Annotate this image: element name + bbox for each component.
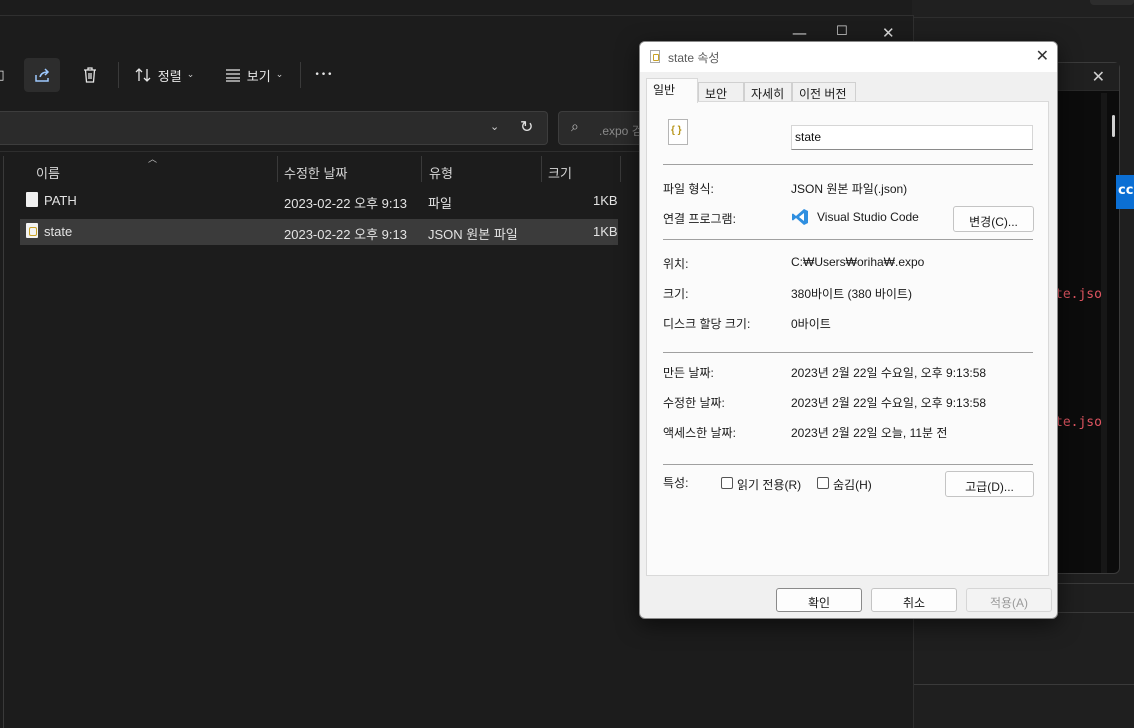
file-name: PATH (44, 193, 77, 208)
location-value: C:₩Users₩oriha₩.expo (791, 255, 925, 269)
divider (663, 464, 1033, 465)
paste-icon[interactable]: ▯ (0, 58, 8, 92)
readonly-label[interactable]: 읽기 전용(R) (737, 476, 801, 493)
divider (663, 164, 1033, 165)
divider (663, 352, 1033, 353)
tab-previous-versions[interactable]: 이전 버전 (792, 82, 856, 102)
column-header-name[interactable]: 이름 (36, 163, 60, 182)
size-on-disk-value: 0바이트 (791, 317, 831, 331)
terminal-accent-button[interactable]: cc (1116, 175, 1134, 209)
search-icon: ⌕ (571, 119, 579, 135)
tab-general[interactable]: 일반 (646, 78, 698, 103)
share-button[interactable] (24, 58, 60, 92)
dialog-titlebar: state 속성 ✕ (640, 42, 1057, 72)
terminal-scrolltrack (1101, 93, 1107, 573)
opens-with-label: 연결 프로그램: (663, 212, 736, 226)
readonly-checkbox[interactable] (721, 477, 733, 489)
chevron-down-icon: ⌄ (186, 70, 195, 80)
column-header-type[interactable]: 유형 (429, 163, 453, 182)
change-button[interactable]: 변경(C)... (953, 206, 1034, 232)
sort-button[interactable]: 정렬 ⌄ (124, 58, 204, 92)
terminal-scrollbar[interactable] (1112, 115, 1115, 137)
ok-button[interactable]: 확인 (776, 588, 862, 612)
address-bar[interactable]: ⌄ ↻ (0, 111, 548, 145)
created-label: 만든 날짜: (663, 366, 714, 380)
share-icon (35, 68, 50, 82)
view-button[interactable]: 보기 ⌄ (214, 58, 294, 92)
divider (663, 239, 1033, 240)
advanced-button[interactable]: 고급(D)... (945, 471, 1034, 497)
tab-security[interactable]: 보안 (698, 82, 744, 102)
maximize-icon[interactable]: ☐ (836, 24, 848, 39)
size-label: 크기: (663, 287, 689, 301)
column-divider[interactable] (277, 156, 278, 182)
file-name: state (44, 224, 73, 239)
location-label: 위치: (663, 257, 689, 271)
view-label: 보기 (246, 68, 271, 84)
json-file-icon: { } (668, 119, 688, 145)
accessed-value: 2023년 2월 22일 오늘, 11분 전 (791, 426, 948, 440)
file-type-label: 파일 형식: (663, 182, 714, 196)
file-row-state[interactable]: state 2023-02-22 오후 9:13 JSON 원본 파일 1KB (20, 219, 618, 245)
chevron-down-icon: ⌄ (275, 70, 284, 80)
navigation-pane-splitter[interactable] (3, 156, 4, 728)
background-scroll-thumb (1090, 0, 1134, 5)
file-modified: 2023-02-22 오후 9:13 (284, 227, 407, 242)
modified-label: 수정한 날짜: (663, 396, 725, 410)
terminal-text: te.jso (1055, 287, 1102, 302)
cancel-button[interactable]: 취소 (871, 588, 957, 612)
column-header-modified[interactable]: 수정한 날짜 (284, 163, 347, 182)
apply-button[interactable]: 적용(A) (966, 588, 1052, 612)
divider (118, 62, 119, 88)
file-name-field[interactable]: state (791, 125, 1033, 150)
json-file-icon (26, 223, 38, 238)
hidden-checkbox[interactable] (817, 477, 829, 489)
json-file-icon (650, 50, 660, 63)
trash-icon (84, 67, 96, 83)
column-divider[interactable] (541, 156, 542, 182)
delete-button[interactable] (72, 58, 108, 92)
terminal-text: te.jso (1055, 415, 1102, 430)
accessed-label: 액세스한 날짜: (663, 426, 736, 440)
hidden-label[interactable]: 숨김(H) (833, 476, 872, 493)
size-value: 380바이트 (380 바이트) (791, 287, 912, 301)
file-icon (26, 192, 38, 207)
divider (300, 62, 301, 88)
tab-details[interactable]: 자세히 (744, 82, 792, 102)
properties-dialog: state 속성 ✕ 일반 보안 자세히 이전 버전 { } state 파일 … (639, 41, 1058, 619)
column-header-row: 이름 ︿ 수정한 날짜 유형 크기 (20, 154, 621, 186)
close-icon[interactable]: ✕ (1092, 67, 1105, 86)
sort-ascending-icon: ︿ (148, 154, 158, 164)
general-tab-panel: { } state 파일 형식: JSON 원본 파일(.json) 연결 프로… (646, 101, 1049, 576)
more-options-button[interactable]: ••• (306, 58, 342, 92)
column-header-size[interactable]: 크기 (548, 163, 572, 182)
view-icon (225, 69, 240, 82)
opens-with-value: Visual Studio Code (817, 210, 919, 224)
vscode-icon (792, 209, 808, 225)
column-divider[interactable] (620, 156, 621, 182)
file-size: 1KB (593, 193, 618, 208)
refresh-icon[interactable]: ↻ (520, 117, 533, 136)
divider (912, 684, 1134, 685)
close-icon[interactable]: ✕ (1036, 46, 1049, 66)
modified-value: 2023년 2월 22일 수요일, 오후 9:13:58 (791, 396, 987, 410)
created-value: 2023년 2월 22일 수요일, 오후 9:13:58 (791, 366, 987, 380)
chevron-down-icon[interactable]: ⌄ (490, 120, 499, 133)
attributes-label: 특성: (663, 476, 689, 490)
file-row-path[interactable]: PATH 2023-02-22 오후 9:13 파일 1KB (20, 188, 618, 214)
sort-icon (135, 68, 151, 82)
dialog-title: state 속성 (668, 51, 720, 65)
close-icon[interactable]: ✕ (882, 24, 895, 42)
file-type: 파일 (428, 196, 452, 211)
sort-label: 정렬 (157, 68, 182, 84)
file-modified: 2023-02-22 오후 9:13 (284, 196, 407, 211)
file-size: 1KB (593, 224, 618, 239)
minimize-icon[interactable]: — (792, 24, 807, 42)
file-type-value: JSON 원본 파일(.json) (791, 182, 908, 196)
file-type: JSON 원본 파일 (428, 227, 518, 242)
column-divider[interactable] (421, 156, 422, 182)
size-on-disk-label: 디스크 할당 크기: (663, 317, 751, 331)
